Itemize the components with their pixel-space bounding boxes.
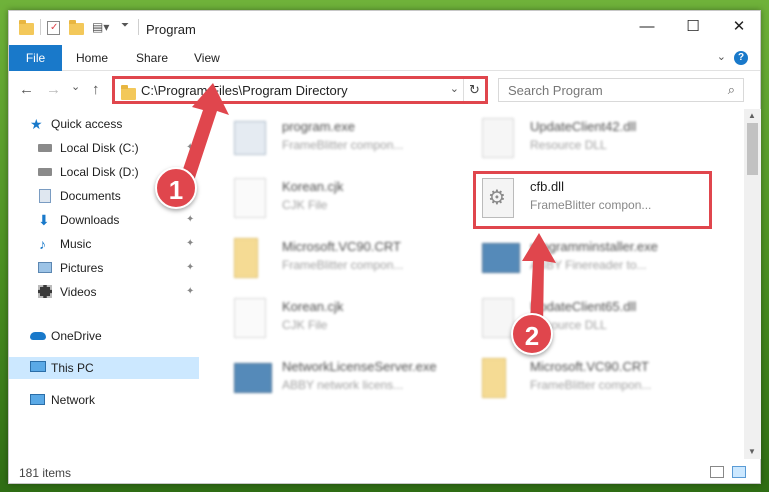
annotation-arrows	[179, 83, 556, 329]
explorer-window: ✓ ▤▾ ⏷ Program — ☐ ✕ File Home Share Vie…	[8, 10, 761, 484]
step-1-badge: 1	[155, 167, 197, 209]
step-2-badge: 2	[511, 313, 553, 355]
